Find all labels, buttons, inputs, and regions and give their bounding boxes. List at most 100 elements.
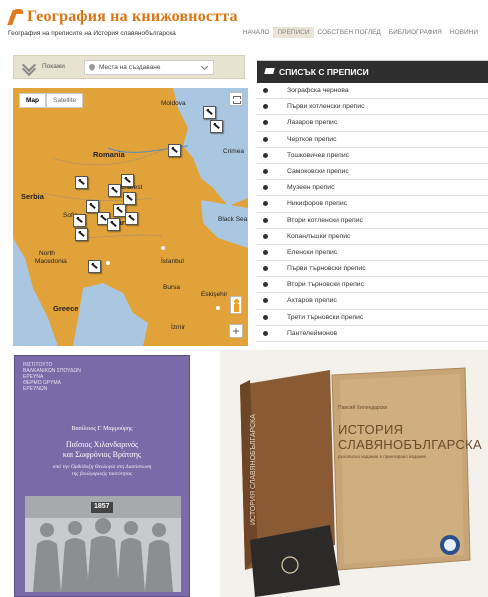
map-marker[interactable] [107,218,120,231]
list-item-label: Лазаров препис [287,119,338,127]
list-item[interactable]: Лазаров препис [257,115,488,132]
map-marker[interactable] [75,176,88,189]
nav-item-home[interactable]: НАЧАЛО [239,27,274,38]
list-item[interactable]: Втори търновски препис [257,277,488,294]
copies-list-header: СПИСЪК С ПРЕПИСИ [257,61,488,83]
show-label: Покажи [42,63,65,70]
list-item-label: Музеен препис [287,184,335,192]
bullet-icon [263,282,268,288]
map-label-north: North [39,250,55,257]
places-select-value: Места на създаване [99,64,161,71]
list-item-label: Трети търновски препис [287,313,364,321]
list-item-label: Ахтаров препис [287,297,337,305]
map-view[interactable]: Map Satellite Moldova Romania Bucharest … [13,88,248,346]
bullet-icon [263,249,268,255]
map-marker[interactable] [73,214,86,227]
book2-subtitle: ръкописно издание в принтирано издание [338,454,427,459]
list-item-label: Втори търновски препис [287,281,364,289]
map-label-eskisehir: Eskişehir [201,291,228,298]
map-toolbar: Покажи Места на създаване [13,55,245,79]
map-label-moldova: Moldova [161,100,186,107]
list-item[interactable]: Никифоров препис [257,196,488,213]
bullet-icon [263,201,268,207]
site-header: География на книжовността География на п… [0,0,488,50]
map-label-greece: Greece [53,304,79,313]
map-type-tabs: Map Satellite [19,93,84,108]
map-marker[interactable] [121,174,134,187]
copies-list-title: СПИСЪК С ПРЕПИСИ [279,67,369,77]
map-label-bursa: Bursa [163,284,180,291]
map-marker[interactable] [125,212,138,225]
map-marker[interactable] [88,260,101,273]
list-item[interactable]: Еленски препис [257,245,488,262]
list-item[interactable]: Трети търновски препис [257,310,488,326]
street-view-pegman-icon[interactable] [230,296,242,314]
nav-item-bibliography[interactable]: БИБЛИОГРАФИЯ [385,27,446,38]
places-select[interactable]: Места на създаване [84,60,214,75]
map-marker[interactable] [75,228,88,241]
bullet-icon [263,152,268,158]
book1-publisher-line: ΕΡΕΥΝΩΝ [23,386,48,392]
list-item-label: Еленски препис [287,248,338,256]
map-marker[interactable] [210,120,223,133]
list-item-label: Тошковичев препис [287,151,350,159]
book2-title-line: СЛАВЯНОБЪЛГАРСКА [338,437,483,452]
book1-author: Βασίλειος Γ. Μαμμούρης [71,426,133,432]
book1-saints-illustration: 1857 [25,496,181,592]
feather-logo-icon [8,8,24,26]
copies-list: СПИСЪК С ПРЕПИСИ Зографска чернова Първи… [257,60,488,348]
book1-title-line: και Σωφρόνιος Βράτσης [62,450,142,459]
map-marker[interactable] [168,144,181,157]
book1-title-line: Παΐσιος Χιλανδαρινός [65,440,139,449]
site-logo[interactable]: География на книжовността [8,8,238,26]
list-item[interactable]: Копанлъшки препис [257,229,488,245]
list-item[interactable]: Зографска чернова [257,83,488,100]
fullscreen-button[interactable] [229,92,243,106]
map-marker[interactable] [203,106,216,119]
list-item[interactable]: Тошковичев препис [257,148,488,164]
nav-item-copies[interactable]: ПРЕПИСИ [273,27,314,38]
bullet-icon [263,136,268,142]
map-label-black-sea: Black Sea [218,216,248,223]
list-item[interactable]: Пантелеймонов [257,326,488,342]
nav-item-own-view[interactable]: СОБСТВЕН ПОГЛЕД [314,27,385,38]
location-pin-icon [87,62,97,72]
tab-satellite[interactable]: Satellite [46,93,84,108]
book1-title: Παΐσιος Χιλανδαρινός και Σωφρόνιος Βράτσ… [15,440,189,460]
list-item[interactable]: Самоковски препис [257,164,488,181]
book2-title-line: ИСТОРИЯ [338,422,404,437]
bullet-icon [263,314,268,320]
collapse-chevron-icon[interactable] [22,62,36,74]
main-nav: НАЧАЛО ПРЕПИСИ СОБСТВЕН ПОГЛЕД БИБЛИОГРА… [239,27,482,38]
map-label-serbia: Serbia [21,192,44,201]
list-item[interactable]: Първи котленски препис [257,99,488,116]
bullet-icon [263,168,268,174]
bullet-icon [263,88,268,93]
site-subtitle: География на преписите на История славян… [8,30,176,37]
bulgarian-book-photo: ИСТОРИЯ СЛАВЯНОБЪЛГАРСКА Паисий Хилендар… [220,350,488,597]
list-item[interactable]: Музеен препис [257,180,488,197]
list-item-label: Втори котленски препис [287,216,363,224]
bullet-icon [263,104,268,110]
list-item-label: Копанлъшки препис [287,232,351,240]
list-item[interactable]: Втори котленски препис [257,213,488,229]
book2-author: Паисий Хилендарски [338,405,388,411]
book1-publisher: ΙΝΣΤΙΤΟΥΤΟ ΒΑΛΚΑΝΙΚΩΝ ΣΠΟΥΔΩΝ ΕΡΕΥΝΑ ΘΕΡ… [23,362,81,392]
tab-map[interactable]: Map [19,93,46,108]
list-item[interactable]: Ахтаров препис [257,293,488,310]
list-item-label: Зографска чернова [287,87,349,94]
zoom-in-button[interactable]: + [229,324,243,338]
map-label-macedonia: Macedonia [35,258,67,265]
book1-year-badge: 1857 [94,503,110,510]
bullet-icon [263,217,268,223]
bullet-icon [263,330,268,336]
book2-spine-text: ИСТОРИЯ СЛАВЯНОБЪЛГАРСКА [250,414,257,526]
site-title: География на книжовността [27,8,238,25]
map-label-crimea: Crimea [223,148,244,155]
manuscript-icon [265,67,275,75]
chevron-down-icon [200,62,209,71]
map-marker[interactable] [108,184,121,197]
list-item[interactable]: Чертков препис [257,132,488,148]
list-item[interactable]: Първи търновски препис [257,261,488,278]
nav-item-news[interactable]: НОВИНИ [446,27,482,38]
